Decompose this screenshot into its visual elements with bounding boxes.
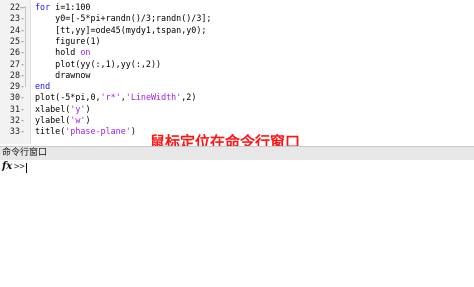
code-text: figure(1) (35, 35, 101, 47)
line-number: 31 (9, 103, 20, 114)
code-line[interactable]: 23- y0=[-5*pi+randn()/3;randn()/3]; (0, 13, 474, 24)
command-prompt: >> (14, 162, 25, 172)
breakpoint-marker[interactable]: — (20, 2, 25, 13)
breakpoint-marker[interactable]: - (20, 81, 25, 92)
line-number: 30 (9, 92, 20, 103)
breakpoint-marker[interactable]: - (20, 13, 25, 24)
code-line[interactable]: 29- end (0, 81, 474, 92)
line-number: 28 (9, 69, 20, 80)
code-keyword: end (35, 81, 51, 92)
code-text: hold on (35, 47, 90, 58)
code-text: [tt,yy]=ode45(mydy1,tspan,y0); (35, 25, 206, 36)
breakpoint-marker[interactable]: - (20, 70, 25, 81)
code-token: ,2) (181, 92, 197, 103)
command-window[interactable]: fx >> (0, 160, 474, 287)
code-token: hold (35, 47, 81, 58)
line-number: 32 (9, 115, 20, 125)
code-string: 'r*' (100, 92, 121, 103)
code-token: title( (35, 126, 66, 137)
breakpoint-marker[interactable]: - (20, 47, 25, 58)
code-token: [tt,yy]=ode45(mydy1,tspan,y0); (35, 24, 207, 35)
command-window-title: 命令行窗口 (2, 148, 48, 158)
breakpoint-marker[interactable]: - (20, 25, 25, 36)
line-number: 25 (9, 35, 20, 46)
code-token: i=1:100 (50, 2, 91, 12)
code-token: figure(1) (35, 35, 101, 46)
code-string: 'LineWidth' (125, 92, 182, 103)
code-line[interactable]: 24- [tt,yy]=ode45(mydy1,tspan,y0); (0, 25, 474, 36)
code-token: y0=[-5*pi+randn()/3;randn()/3]; (35, 13, 212, 24)
line-number: 29 (9, 81, 20, 92)
code-line[interactable]: 32- ylabel('w') (0, 115, 474, 126)
breakpoint-marker[interactable]: - (20, 104, 25, 115)
code-text: drawnow (35, 70, 90, 81)
code-text: plot(-5*pi,0,'r*','LineWidth',2) (35, 92, 196, 103)
code-text: y0=[-5*pi+randn()/3;randn()/3]; (35, 13, 211, 24)
breakpoint-marker[interactable]: - (20, 115, 25, 126)
code-token: xlabel( (35, 103, 71, 114)
line-number: 23 (9, 13, 20, 24)
code-line[interactable]: 27- plot(yy(:,1),yy(:,2)) (0, 59, 474, 70)
code-string: 'w' (70, 115, 86, 125)
line-number: 33 (9, 126, 20, 137)
code-line[interactable]: 28- drawnow (0, 70, 474, 81)
code-editor[interactable]: 22— for i=1:100 23- y0=[-5*pi+randn()/3;ra… (0, 0, 474, 144)
line-number: 27 (9, 58, 20, 69)
code-text: end (35, 81, 50, 92)
code-token: plot(yy(:,1),yy(:,2)) (35, 58, 162, 69)
code-text: title('phase-plane') (35, 126, 136, 137)
code-line[interactable]: 31- xlabel('y') (0, 104, 474, 115)
code-token: plot(-5*pi,0, (35, 92, 101, 103)
code-string: on (80, 47, 91, 58)
code-text: plot(yy(:,1),yy(:,2)) (35, 59, 161, 70)
code-text: ylabel('w') (35, 115, 90, 126)
code-token: ylabel( (35, 115, 71, 125)
code-token: ) (85, 103, 91, 114)
text-cursor (26, 163, 27, 173)
code-token: ) (85, 115, 91, 125)
code-string: 'y' (70, 103, 86, 114)
code-line[interactable]: 26- hold on (0, 47, 474, 58)
line-number: 26 (9, 47, 20, 58)
code-line[interactable]: 22— for i=1:100 (0, 2, 474, 13)
code-string: 'phase-plane' (65, 126, 131, 137)
code-token: ) (130, 126, 136, 137)
breakpoint-marker[interactable]: - (20, 59, 25, 70)
code-keyword: for (35, 2, 51, 12)
breakpoint-marker[interactable]: - (20, 36, 25, 47)
code-token: drawnow (35, 69, 91, 80)
line-number: 22 (9, 2, 20, 12)
line-number: 24 (9, 24, 20, 35)
code-line[interactable]: 30- plot(-5*pi,0,'r*','LineWidth',2) (0, 92, 474, 103)
breakpoint-marker[interactable]: - (20, 126, 25, 137)
code-text: xlabel('y') (35, 104, 90, 115)
function-browser-icon[interactable]: fx (2, 161, 12, 172)
code-text: for i=1:100 (35, 2, 90, 13)
command-window-titlebar[interactable]: 命令行窗口 (0, 146, 474, 161)
breakpoint-marker[interactable]: - (20, 92, 25, 103)
code-line[interactable]: 25- figure(1) (0, 36, 474, 47)
